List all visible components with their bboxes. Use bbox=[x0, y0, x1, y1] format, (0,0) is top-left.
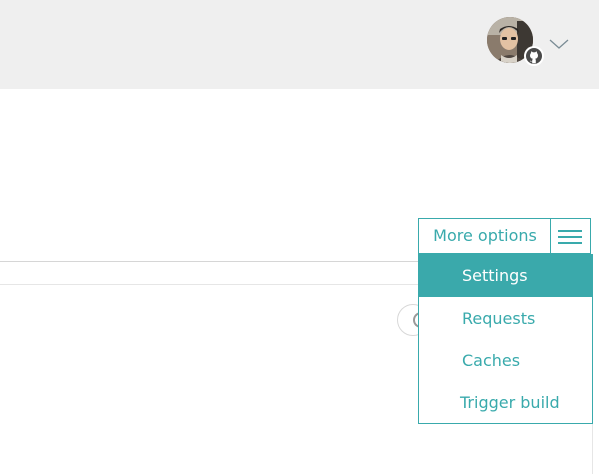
divider bbox=[0, 284, 418, 285]
menu-item-trigger-build[interactable]: Trigger build bbox=[419, 381, 592, 424]
menu-item-requests[interactable]: Requests bbox=[419, 297, 592, 340]
github-icon bbox=[524, 46, 544, 66]
menu-item-caches[interactable]: Caches bbox=[419, 339, 592, 382]
chevron-down-icon[interactable] bbox=[549, 36, 569, 50]
divider bbox=[0, 261, 418, 262]
user-menu[interactable] bbox=[487, 17, 547, 67]
more-options-label: More options bbox=[433, 226, 537, 245]
more-options-button[interactable]: More options bbox=[418, 218, 591, 254]
hamburger-menu-icon[interactable] bbox=[551, 219, 590, 253]
menu-item-settings[interactable]: Settings bbox=[419, 254, 592, 297]
page: More options Settings Requests Caches Tr… bbox=[0, 0, 599, 474]
divider bbox=[592, 424, 593, 474]
options-dropdown-menu: Settings Requests Caches Trigger build bbox=[418, 254, 593, 424]
